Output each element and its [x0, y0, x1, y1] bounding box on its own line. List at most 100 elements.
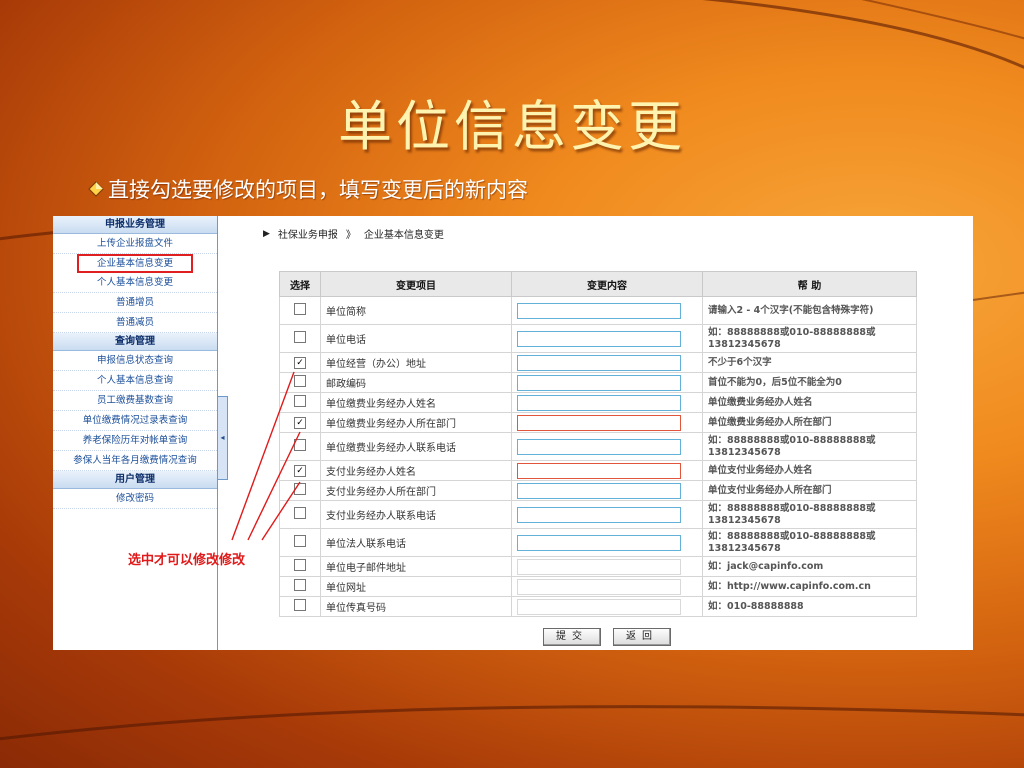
content-input[interactable] [517, 330, 681, 347]
sidebar-item-add-member[interactable]: 普通增员 [53, 293, 217, 313]
content-cell [511, 372, 703, 393]
submit-button[interactable]: 提交 [543, 628, 601, 646]
change-items-table: 选择 变更项目 变更内容 帮 助 单位简称 请输入2 - 4个汉字(不能包含特殊字… [279, 271, 917, 617]
form-buttons: 提交 返回 [543, 628, 671, 646]
content-input[interactable] [517, 558, 681, 575]
content-input[interactable] [517, 534, 681, 551]
item-name: 邮政编码 [320, 372, 512, 393]
diamond-bullet-icon [88, 181, 104, 197]
column-header: 变更内容 [511, 271, 703, 297]
select-checkbox[interactable]: ✓ [294, 356, 306, 369]
sidebar-item-upload-file[interactable]: 上传企业报盘文件 [53, 234, 217, 254]
item-name: 单位电子邮件地址 [320, 556, 512, 577]
select-checkbox[interactable] [294, 439, 306, 451]
table-row: 单位法人联系电话 如：88888888或010-88888888或13812345… [279, 528, 917, 557]
breadcrumb-current: 企业基本信息变更 [363, 230, 444, 241]
table-row: ✓ 单位经营（办公）地址 不少于6个汉字 [279, 352, 917, 373]
select-cell [279, 500, 321, 529]
item-name: 单位简称 [320, 296, 512, 325]
select-checkbox[interactable] [294, 579, 306, 591]
select-cell [279, 324, 321, 353]
item-name: 支付业务经办人姓名 [320, 460, 512, 481]
breadcrumb-separator: 》 [345, 230, 356, 241]
content-input[interactable] [517, 374, 681, 391]
help-text: 如：jack@capinfo.com [702, 556, 917, 577]
select-cell [279, 528, 321, 557]
select-checkbox[interactable] [294, 395, 306, 407]
select-cell [279, 392, 321, 413]
table-body: 单位简称 请输入2 - 4个汉字(不能包含特殊字符) 单位电话 如：88888888或… [279, 296, 917, 617]
sidebar-item-personal-query[interactable]: 个人基本信息查询 [53, 371, 217, 391]
content-cell [511, 460, 703, 481]
select-checkbox[interactable]: ✓ [294, 464, 306, 477]
content-input[interactable] [517, 482, 681, 499]
select-checkbox[interactable] [294, 535, 306, 547]
item-name: 单位法人联系电话 [320, 528, 512, 557]
content-input[interactable] [517, 578, 681, 595]
content-cell [511, 412, 703, 433]
select-checkbox[interactable] [294, 507, 306, 519]
help-text: 不少于6个汉字 [702, 352, 917, 373]
content-cell [511, 528, 703, 557]
select-cell [279, 576, 321, 597]
sidebar-item-company-info-change[interactable]: 企业基本信息变更 [77, 254, 193, 273]
bullet-text: 直接勾选要修改的项目，填写变更后的新内容 [108, 178, 528, 202]
breadcrumb: ▶ 社保业务申报 》 企业基本信息变更 [263, 226, 444, 242]
back-button[interactable]: 返回 [613, 628, 671, 646]
sidebar-item-personal-info-change[interactable]: 个人基本信息变更 [53, 273, 217, 293]
select-cell: ✓ [279, 352, 321, 373]
sidebar-section-header: 查询管理 [53, 333, 217, 351]
sidebar-item-monthly-payment-query[interactable]: 参保人当年各月缴费情况查询 [53, 451, 217, 471]
select-cell: ✓ [279, 460, 321, 481]
bullet-point: 直接勾选要修改的项目，填写变更后的新内容 [88, 174, 528, 204]
sidebar-item-change-password[interactable]: 修改密码 [53, 489, 217, 509]
help-text: 单位支付业务经办人姓名 [702, 460, 917, 481]
content-input[interactable] [517, 414, 681, 431]
content-input[interactable] [517, 302, 681, 319]
sidebar-item-payment-record-query[interactable]: 单位缴费情况过录表查询 [53, 411, 217, 431]
content-input[interactable] [517, 506, 681, 523]
sidebar: 申报业务管理 上传企业报盘文件 企业基本信息变更 个人基本信息变更 普通增员 普… [53, 216, 218, 650]
column-header: 变更项目 [320, 271, 512, 297]
item-name: 单位网址 [320, 576, 512, 597]
slide-title: 单位信息变更 [338, 95, 686, 158]
select-checkbox[interactable]: ✓ [294, 416, 306, 429]
content-cell [511, 352, 703, 373]
item-name: 单位电话 [320, 324, 512, 353]
content-input[interactable] [517, 462, 681, 479]
select-cell [279, 556, 321, 577]
help-text: 单位缴费业务经办人所在部门 [702, 412, 917, 433]
sidebar-item-base-query[interactable]: 员工缴费基数查询 [53, 391, 217, 411]
content-input[interactable] [517, 598, 681, 615]
table-row: 支付业务经办人联系电话 如：88888888或010-88888888或13812… [279, 500, 917, 529]
content-cell [511, 324, 703, 353]
breadcrumb-item[interactable]: 社保业务申报 [278, 226, 338, 241]
select-cell [279, 596, 321, 617]
column-header: 选择 [279, 271, 321, 297]
embedded-screenshot: 申报业务管理 上传企业报盘文件 企业基本信息变更 个人基本信息变更 普通增员 普… [53, 216, 973, 650]
select-checkbox[interactable] [294, 303, 306, 315]
select-checkbox[interactable] [294, 375, 306, 387]
sidebar-collapse-toggle[interactable]: ◂ [217, 396, 228, 480]
table-row: ✓ 支付业务经办人姓名 单位支付业务经办人姓名 [279, 460, 917, 481]
sidebar-item-pension-statement-query[interactable]: 养老保险历年对帐单查询 [53, 431, 217, 451]
select-checkbox[interactable] [294, 599, 306, 611]
select-checkbox[interactable] [294, 483, 306, 495]
table-row: 邮政编码 首位不能为0，后5位不能全为0 [279, 372, 917, 393]
content-cell [511, 480, 703, 501]
content-input[interactable] [517, 394, 681, 411]
help-text: 如：88888888或010-88888888或13812345678 [702, 324, 917, 353]
select-cell [279, 296, 321, 325]
content-input[interactable] [517, 354, 681, 371]
content-input[interactable] [517, 438, 681, 455]
table-row: 单位电子邮件地址 如：jack@capinfo.com [279, 556, 917, 577]
table-row: ✓ 单位缴费业务经办人所在部门 单位缴费业务经办人所在部门 [279, 412, 917, 433]
select-checkbox[interactable] [294, 559, 306, 571]
select-checkbox[interactable] [294, 331, 306, 343]
annotation-label: 选中才可以修改修改 [128, 553, 246, 568]
sidebar-item-status-query[interactable]: 申报信息状态查询 [53, 351, 217, 371]
item-name: 单位缴费业务经办人姓名 [320, 392, 512, 413]
help-text: 单位缴费业务经办人姓名 [702, 392, 917, 413]
sidebar-item-remove-member[interactable]: 普通减员 [53, 313, 217, 333]
help-text: 如：88888888或010-88888888或13812345678 [702, 528, 917, 557]
